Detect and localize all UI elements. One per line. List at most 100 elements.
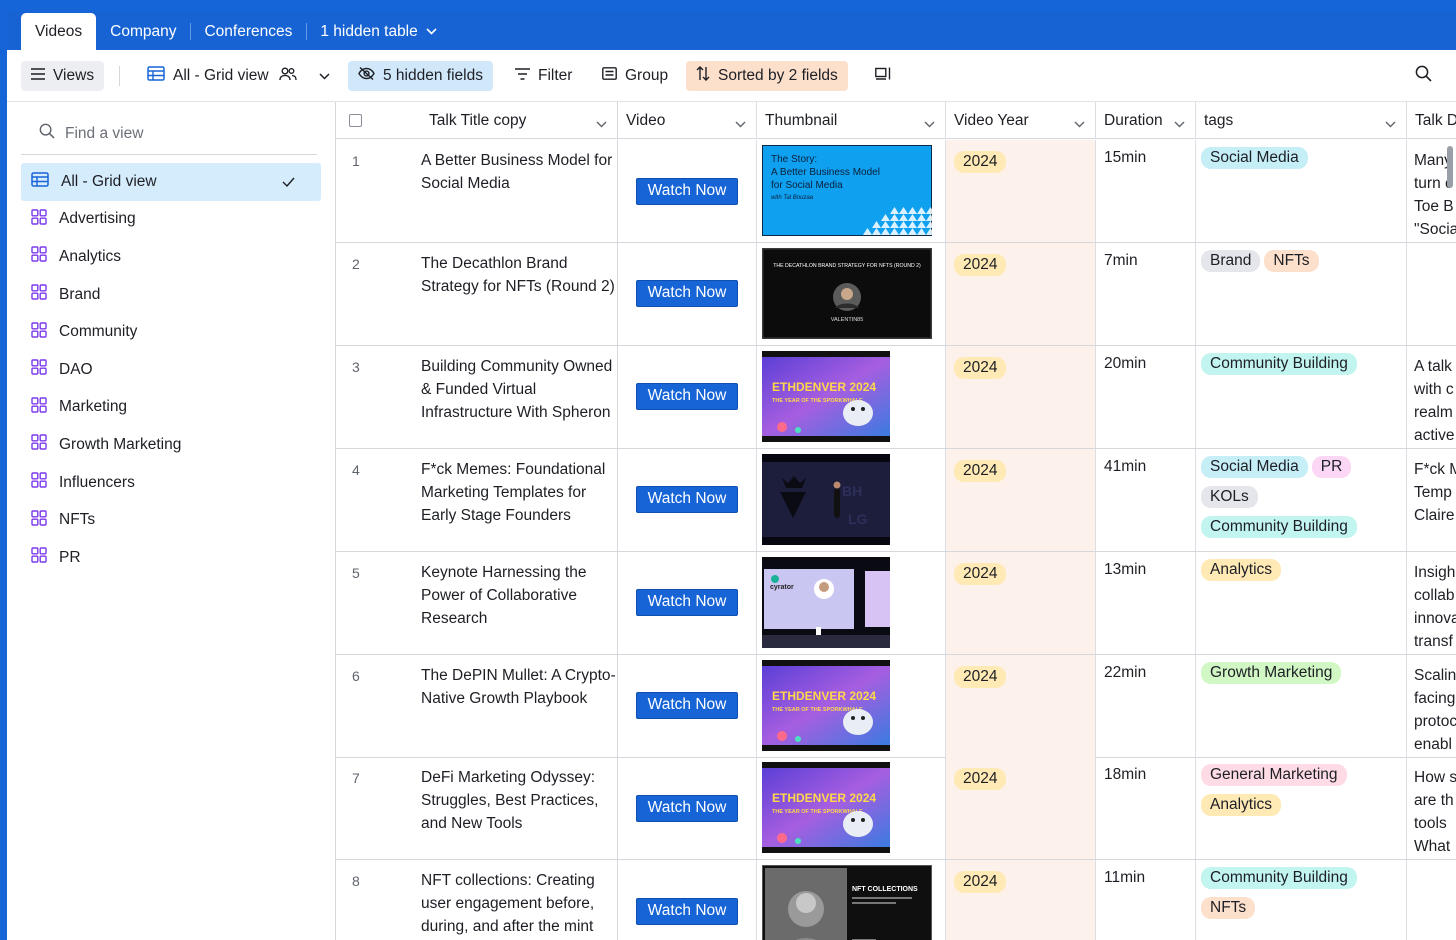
hidden-tables-dropdown[interactable]: 1 hidden table — [306, 13, 450, 50]
filter-button[interactable]: Filter — [505, 61, 582, 91]
table-row[interactable]: 1 A Better Business Model for Social Medi… — [336, 140, 1456, 243]
table-row[interactable]: 6 The DePIN Mullet: A Crypto-Native Growt… — [336, 654, 1456, 758]
thumbnail-image[interactable]: THE DECATHLON BRAND STRATEGY FOR NFTS (R… — [762, 247, 932, 339]
table-row[interactable]: 5 Keynote Harnessing the Power of Collabo… — [336, 551, 1456, 655]
column-tags[interactable]: tags — [1196, 102, 1407, 139]
tags-cell[interactable]: Community Building — [1196, 345, 1407, 448]
view-item[interactable]: Brand — [21, 276, 321, 314]
vertical-scrollbar[interactable] — [1447, 146, 1453, 188]
talk-title-cell[interactable]: The Decathlon Brand Strategy for NFTs (R… — [412, 242, 618, 345]
watch-now-button[interactable]: Watch Now — [635, 280, 739, 308]
talk-title-cell[interactable]: Building Community Owned & Funded Virtua… — [412, 345, 618, 448]
column-talk-description[interactable]: Talk D — [1407, 102, 1456, 139]
view-item[interactable]: NFTs — [21, 501, 321, 539]
video-year-cell[interactable]: 2024 — [946, 551, 1096, 654]
watch-now-button[interactable]: Watch Now — [635, 589, 739, 617]
watch-now-button[interactable]: Watch Now — [635, 486, 739, 514]
duration-cell[interactable]: 7min — [1096, 242, 1196, 345]
thumbnail-image[interactable]: ETHDENVER 2024THE YEAR OF THE SPORKWHALE — [762, 659, 890, 751]
view-item[interactable]: Marketing — [21, 389, 321, 427]
column-thumbnail[interactable]: Thumbnail — [757, 102, 946, 139]
video-year-cell[interactable]: 2024 — [946, 140, 1096, 242]
tags-cell[interactable]: Brand NFTs — [1196, 242, 1407, 345]
duration-cell[interactable]: 41min — [1096, 448, 1196, 551]
view-item[interactable]: Influencers — [21, 464, 321, 502]
talk-title-cell[interactable]: DeFi Marketing Odyssey: Struggles, Best … — [412, 757, 618, 860]
tags-cell[interactable]: General Marketing Analytics — [1196, 757, 1407, 860]
tags-cell[interactable]: Social Media PR KOLs Community Building — [1196, 448, 1407, 551]
tab-conferences[interactable]: Conferences — [190, 13, 306, 50]
duration-cell[interactable]: 11min — [1096, 860, 1196, 940]
view-item[interactable]: All - Grid view — [21, 163, 321, 201]
thumbnail-image[interactable]: The Story: A Better Business Model for Soc… — [762, 145, 932, 236]
column-talk-title[interactable]: Talk Title copy — [412, 102, 618, 139]
view-item[interactable]: DAO — [21, 351, 321, 389]
watch-now-button[interactable]: Watch Now — [635, 794, 739, 822]
video-year-cell[interactable]: 2024 — [946, 860, 1096, 940]
view-item[interactable]: Advertising — [21, 201, 321, 239]
thumbnail-image[interactable]: ETHDENVER 2024THE YEAR OF THE SPORKWHALE — [762, 350, 890, 442]
year-badge: 2024 — [954, 768, 1007, 791]
select-all-checkbox[interactable] — [349, 114, 362, 127]
talk-description-cell[interactable]: A talk with c realm active — [1407, 346, 1456, 448]
column-duration[interactable]: Duration — [1096, 102, 1196, 139]
duration-cell[interactable]: 18min — [1096, 757, 1196, 860]
view-switcher[interactable]: All - Grid view — [137, 61, 348, 91]
talk-title-cell[interactable]: NFT collections: Creating user engagemen… — [412, 860, 618, 940]
video-year-cell[interactable]: 2024 — [946, 448, 1096, 551]
video-year-cell[interactable]: 2024 — [946, 345, 1096, 448]
row-height-button[interactable] — [865, 61, 909, 91]
talk-description-cell[interactable]: How s are th tools What — [1407, 757, 1456, 859]
table-row[interactable]: 2 The Decathlon Brand Strategy for NFTs (… — [336, 242, 1456, 346]
view-item[interactable]: Community — [21, 313, 321, 351]
duration-cell[interactable]: 13min — [1096, 551, 1196, 654]
table-row[interactable]: 4 F*ck Memes: Foundational Marketing Temp… — [336, 448, 1456, 552]
table-row[interactable]: 3 Building Community Owned & Funded Virtu… — [336, 345, 1456, 449]
video-year-cell[interactable]: 2024 — [946, 242, 1096, 345]
video-year-cell[interactable]: 2024 — [946, 757, 1096, 860]
talk-title-cell[interactable]: The DePIN Mullet: A Crypto-Native Growth… — [412, 654, 618, 757]
watch-now-button[interactable]: Watch Now — [635, 177, 739, 205]
sort-button[interactable]: Sorted by 2 fields — [686, 61, 848, 91]
find-view-input[interactable]: Find a view — [21, 113, 317, 155]
tab-company[interactable]: Company — [96, 13, 190, 50]
view-item[interactable]: Growth Marketing — [21, 426, 321, 464]
views-button[interactable]: Views — [21, 61, 105, 91]
thumbnail-image[interactable]: NFT COLLECTIONS — [762, 865, 932, 940]
talk-title-cell[interactable]: F*ck Memes: Foundational Marketing Templ… — [412, 448, 618, 551]
talk-title-cell[interactable]: A Better Business Model for Social Media — [412, 140, 618, 242]
tags-cell[interactable]: Growth Marketing — [1196, 654, 1407, 757]
hidden-fields-button[interactable]: 5 hidden fields — [348, 61, 493, 91]
talk-description-cell[interactable]: Scalin facing protoc enabl — [1407, 655, 1456, 757]
column-video[interactable]: Video — [618, 102, 757, 139]
view-item[interactable]: PR — [21, 539, 321, 577]
watch-now-button[interactable]: Watch Now — [635, 692, 739, 719]
tab-videos[interactable]: Videos — [21, 13, 97, 50]
thumbnail-image[interactable]: cyrator — [762, 556, 890, 648]
view-item[interactable]: Analytics — [21, 238, 321, 276]
talk-description-cell[interactable] — [1407, 860, 1456, 940]
thumbnail-image[interactable]: BH LG — [762, 453, 890, 545]
group-button[interactable]: Group — [592, 61, 678, 91]
table-row[interactable]: 8 NFT collections: Creating user engageme… — [336, 860, 1456, 940]
video-year-cell[interactable]: 2024 — [946, 654, 1096, 757]
video-cell: Watch Now — [618, 242, 757, 345]
thumbnail-image[interactable]: ETHDENVER 2024THE YEAR OF THE SPORKWHALE — [762, 762, 890, 854]
tags-cell[interactable]: Social Media — [1196, 140, 1407, 242]
talk-title-cell[interactable]: Keynote Harnessing the Power of Collabor… — [412, 551, 618, 654]
talk-description-line: Temp — [1414, 483, 1452, 501]
talk-description-cell[interactable]: Insigh collab innova transf — [1407, 552, 1456, 654]
duration-cell[interactable]: 15min — [1096, 140, 1196, 242]
watch-now-button[interactable]: Watch Now — [635, 897, 739, 925]
search-button[interactable] — [1407, 61, 1448, 91]
column-video-year[interactable]: Video Year — [946, 102, 1096, 139]
tags-cell[interactable]: Analytics — [1196, 551, 1407, 654]
table-row[interactable]: 7 DeFi Marketing Odyssey: Struggles, Best… — [336, 757, 1456, 861]
duration-cell[interactable]: 20min — [1096, 345, 1196, 448]
talk-description-cell[interactable]: F*ck M Temp Claire — [1407, 449, 1456, 551]
watch-now-button[interactable]: Watch Now — [635, 383, 739, 411]
talk-description-cell[interactable] — [1407, 243, 1456, 345]
tags-cell[interactable]: Community Building NFTs — [1196, 860, 1407, 940]
duration-cell[interactable]: 22min — [1096, 654, 1196, 757]
views-label: Views — [53, 67, 95, 84]
